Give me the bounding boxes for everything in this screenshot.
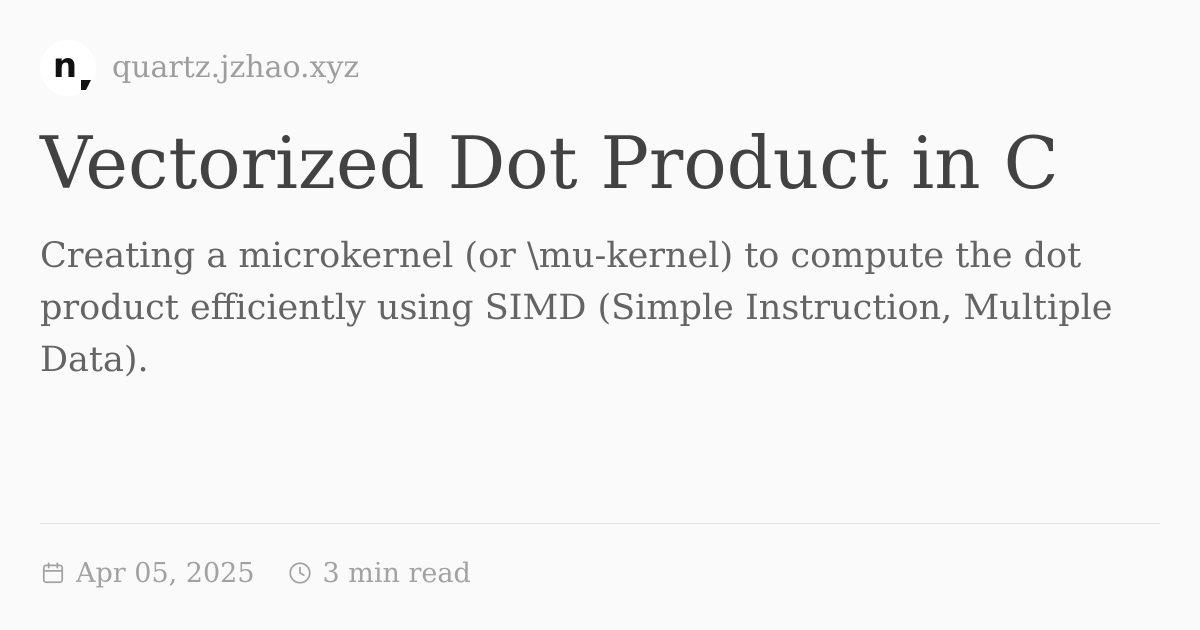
logo-mark-icon xyxy=(81,80,91,90)
site-header: n quartz.jzhao.xyz xyxy=(40,40,359,96)
article-meta: Apr 05, 2025 3 min read xyxy=(40,552,471,594)
site-name: quartz.jzhao.xyz xyxy=(112,50,360,85)
page-description: Creating a microkernel (or \mu-kernel) t… xyxy=(40,236,1113,380)
page-title: Vectorized Dot Product in C xyxy=(40,121,1059,205)
site-logo: n xyxy=(40,40,96,96)
publish-date: Apr 05, 2025 xyxy=(40,558,255,589)
clock-icon xyxy=(288,562,311,584)
reading-time: 3 min read xyxy=(287,558,471,589)
logo-letter: n xyxy=(52,46,78,86)
reading-time-text: 3 min read xyxy=(322,557,471,589)
publish-date-text: Apr 05, 2025 xyxy=(76,557,255,589)
divider xyxy=(40,523,1160,524)
og-card: n quartz.jzhao.xyz Vectorized Dot Produc… xyxy=(0,0,1200,630)
calendar-icon xyxy=(42,562,64,584)
